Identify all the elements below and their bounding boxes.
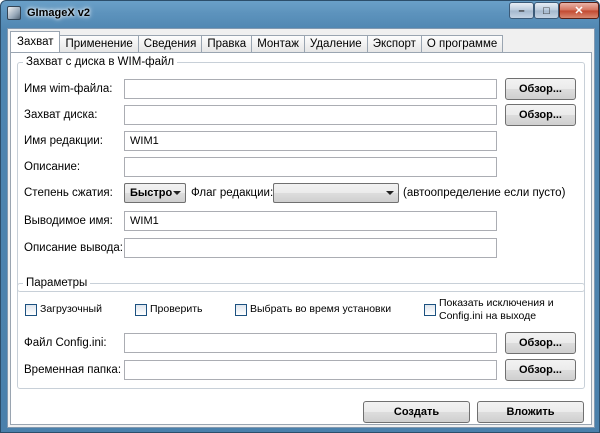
- config-browse-button[interactable]: Обзор...: [505, 332, 576, 354]
- choose-install-label: Выбрать во время установки: [250, 303, 392, 315]
- edition-flag-hint: (автоопределение если пусто): [403, 187, 566, 199]
- config-input[interactable]: [124, 333, 497, 353]
- tab-edit[interactable]: Правка: [201, 35, 253, 52]
- maximize-button[interactable]: □: [534, 2, 559, 19]
- close-icon: ✕: [574, 5, 584, 17]
- tab-strip: Захват Применение Сведения Правка Монтаж…: [10, 31, 504, 52]
- output-description-label: Описание вывода:: [24, 242, 123, 254]
- title-bar[interactable]: GImageX v2 – □ ✕: [1, 1, 599, 27]
- create-button[interactable]: Создать: [363, 401, 470, 423]
- show-exclusions-label-line1: Показать исключения и: [439, 297, 554, 309]
- temp-label: Временная папка:: [24, 364, 122, 376]
- wim-file-browse-button[interactable]: Обзор...: [505, 78, 576, 100]
- compression-select[interactable]: Быстро: [124, 183, 186, 203]
- compression-label: Степень сжатия:: [24, 187, 113, 199]
- temp-browse-button[interactable]: Обзор...: [505, 359, 576, 381]
- params-group-legend: Параметры: [26, 277, 88, 289]
- show-exclusions-checkbox[interactable]: [424, 304, 436, 316]
- tab-apply[interactable]: Применение: [59, 35, 139, 52]
- bootable-label: Загрузочный: [40, 303, 102, 315]
- bootable-checkbox[interactable]: [25, 304, 37, 316]
- edition-flag-label: Флаг редакции:: [191, 187, 274, 199]
- wim-file-input[interactable]: [124, 79, 497, 99]
- minimize-icon: –: [518, 4, 525, 17]
- disk-browse-button[interactable]: Обзор...: [505, 104, 576, 126]
- client-area: Захват Применение Сведения Правка Монтаж…: [7, 28, 595, 428]
- compression-value: Быстро: [130, 187, 173, 199]
- show-exclusions-label-line2: Config.ini на выходе: [439, 310, 537, 322]
- close-button[interactable]: ✕: [559, 2, 599, 19]
- output-description-input[interactable]: [124, 238, 497, 258]
- temp-input[interactable]: [124, 360, 497, 380]
- output-name-label: Выводимое имя:: [24, 215, 113, 227]
- capture-group-legend: Захват с диска в WIM-файл: [26, 56, 175, 68]
- minimize-button[interactable]: –: [509, 2, 534, 19]
- append-button[interactable]: Вложить: [477, 401, 584, 423]
- config-label: Файл Config.ini:: [24, 337, 107, 349]
- wim-file-label: Имя wim-файла:: [24, 83, 113, 95]
- chevron-down-icon: [386, 191, 394, 195]
- choose-install-checkbox[interactable]: [235, 304, 247, 316]
- verify-label: Проверить: [150, 303, 203, 315]
- window-title: GImageX v2: [27, 7, 90, 19]
- description-input[interactable]: [124, 157, 497, 177]
- tab-about[interactable]: О программе: [420, 35, 504, 52]
- output-name-input[interactable]: WIM1: [124, 211, 497, 231]
- capture-tab-panel: Захват с диска в WIM-файл Имя wim-файла:…: [10, 52, 592, 425]
- disk-input[interactable]: [124, 105, 497, 125]
- description-label: Описание:: [24, 161, 81, 173]
- edition-name-input[interactable]: WIM1: [124, 131, 497, 151]
- tab-capture[interactable]: Захват: [10, 31, 61, 52]
- tab-mount[interactable]: Монтаж: [251, 35, 305, 52]
- tab-info[interactable]: Сведения: [137, 35, 203, 52]
- edition-flag-select[interactable]: [273, 183, 399, 203]
- verify-checkbox[interactable]: [135, 304, 147, 316]
- disk-label: Захват диска:: [24, 109, 98, 121]
- tab-export[interactable]: Экспорт: [366, 35, 422, 52]
- app-window: GImageX v2 – □ ✕ Захват Применение Сведе…: [0, 0, 600, 433]
- app-icon: [7, 6, 21, 20]
- edition-name-label: Имя редакции:: [24, 135, 103, 147]
- chevron-down-icon: [173, 191, 181, 195]
- tab-delete[interactable]: Удаление: [303, 35, 368, 52]
- maximize-icon: □: [543, 4, 550, 17]
